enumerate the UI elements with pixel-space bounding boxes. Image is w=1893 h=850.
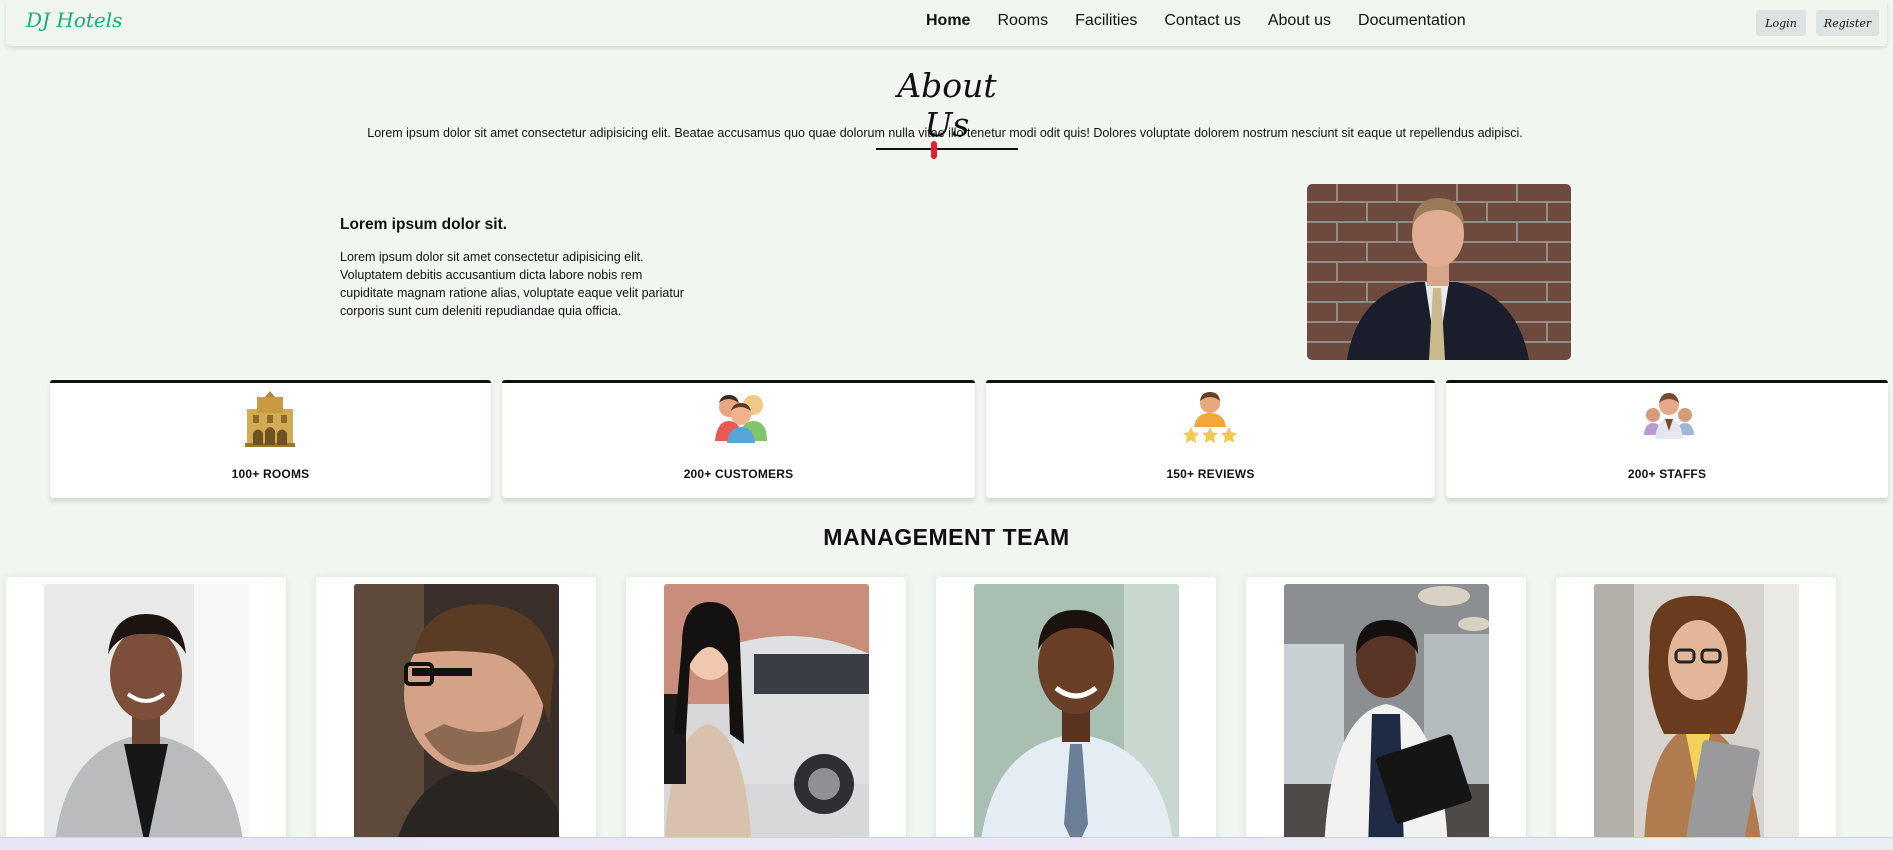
stat-label-reviews: 150+ REVIEWS (1166, 467, 1255, 481)
nav-link-documentation[interactable]: Documentation (1358, 12, 1466, 30)
woman-curly-hair-laptop-photo (1594, 584, 1799, 850)
nav-link-facilities[interactable]: Facilities (1075, 12, 1137, 30)
hotel-icon (243, 391, 297, 452)
browser-bottom-bar (0, 837, 1893, 850)
about-subtitle: Lorem ipsum dolor sit. (340, 216, 508, 233)
stat-label-staffs: 200+ STAFFS (1627, 467, 1707, 481)
customers-icon (713, 391, 769, 448)
man-glasses-profile-photo (354, 584, 559, 850)
woman-binders-office-photo (1284, 584, 1489, 850)
nav-links: Home Rooms Facilities Contact us About u… (926, 12, 1493, 30)
woman-shirt-tie-photo (974, 584, 1179, 850)
stat-card-reviews: 150+ REVIEWS (986, 380, 1435, 498)
login-button[interactable]: Login (1756, 10, 1806, 36)
navbar: DJ Hotels Home Rooms Facilities Contact … (6, 0, 1887, 46)
nav-link-home[interactable]: Home (926, 12, 970, 30)
team-card (936, 577, 1216, 850)
nav-link-about[interactable]: About us (1268, 12, 1331, 30)
stat-label-customers: 200+ CUSTOMERS (683, 467, 794, 481)
team-card (626, 577, 906, 850)
about-intro-text: Lorem ipsum dolor sit amet consectetur a… (367, 126, 1523, 140)
stat-card-staffs: 200+ STAFFS (1446, 380, 1888, 498)
about-description: Lorem ipsum dolor sit amet consectetur a… (340, 250, 684, 318)
register-button[interactable]: Register (1816, 10, 1879, 36)
staff-icon (1641, 391, 1697, 446)
woman-car-folder-photo (664, 584, 869, 850)
nav-link-contact[interactable]: Contact us (1164, 12, 1240, 30)
woman-grey-blazer-photo (44, 584, 249, 850)
nav-link-rooms[interactable]: Rooms (997, 12, 1048, 30)
stat-card-customers: 200+ CUSTOMERS (502, 380, 975, 498)
team-title: MANAGEMENT TEAM (823, 524, 1070, 550)
team-card (316, 577, 596, 850)
team-card (1556, 577, 1836, 850)
stat-label-rooms: 100+ ROOMS (231, 467, 310, 481)
team-card (1246, 577, 1526, 850)
stat-card-rooms: 100+ ROOMS (50, 380, 491, 498)
brand-logo[interactable]: DJ Hotels (26, 8, 122, 32)
reviews-icon (1182, 391, 1238, 450)
about-photo (1307, 184, 1571, 360)
cursor-marker (931, 141, 937, 159)
team-card (6, 577, 286, 850)
